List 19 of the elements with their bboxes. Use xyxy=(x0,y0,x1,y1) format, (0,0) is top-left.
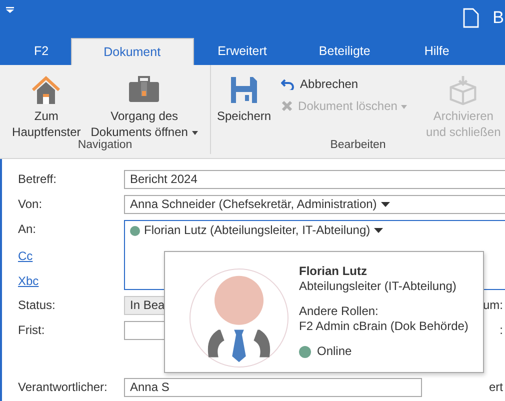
status-text: Online xyxy=(317,344,352,359)
field-label: Frist: xyxy=(18,322,46,339)
field-label: Verantwortlicher: xyxy=(18,379,108,396)
group-label: Bearbeiten xyxy=(330,139,386,151)
field-value: Anna S xyxy=(130,379,170,396)
field-value: Anna Schneider (Chefsekretär, Administration) xyxy=(130,196,377,213)
window-title: B xyxy=(492,8,504,28)
field-label: : xyxy=(500,322,504,339)
field-label: Status: xyxy=(18,297,56,314)
field-label: Von: xyxy=(18,196,44,213)
group-label: Navigation xyxy=(78,139,132,151)
field-label: ert xyxy=(488,379,504,396)
field-label: Betreff: xyxy=(18,171,58,188)
field-label: um: xyxy=(482,297,504,314)
contact-role: F2 Admin cBrain (Dok Behörde) xyxy=(299,319,468,334)
field-label: An: xyxy=(18,221,38,238)
contact-name: Florian Lutz xyxy=(299,264,368,279)
section-label: Andere Rollen: xyxy=(299,304,380,319)
contact-role: Abteilungsleiter (IT-Abteilung) xyxy=(299,279,458,294)
